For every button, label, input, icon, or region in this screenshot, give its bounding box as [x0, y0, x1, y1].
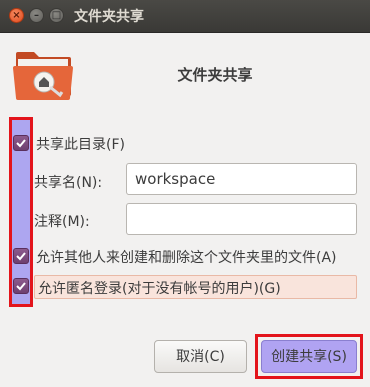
window-title: 文件夹共享: [74, 9, 144, 25]
guest-access-checkbox[interactable]: [13, 278, 29, 294]
guest-access-label[interactable]: 允许匿名登录(对于没有帐号的用户)(G): [38, 278, 281, 298]
share-folder-checkbox[interactable]: [13, 135, 29, 151]
cancel-button[interactable]: 取消(C): [154, 340, 247, 373]
title-bar: × – □ 文件夹共享: [0, 0, 370, 33]
minimize-icon[interactable]: –: [29, 8, 44, 23]
close-icon[interactable]: ×: [9, 8, 24, 23]
check-icon: [16, 252, 26, 261]
comment-input[interactable]: [126, 203, 357, 235]
allow-others-label[interactable]: 允许其他人来创建和删除这个文件夹里的文件(A): [36, 247, 337, 267]
comment-label: 注释(M):: [34, 214, 90, 230]
dialog-heading: 文件夹共享: [177, 66, 253, 84]
share-name-input[interactable]: [126, 163, 357, 195]
check-icon: [16, 282, 26, 291]
allow-others-checkbox[interactable]: [13, 248, 29, 264]
share-name-label: 共享名(N):: [34, 175, 103, 191]
create-share-button[interactable]: 创建共享(S): [261, 340, 357, 373]
check-icon: [16, 139, 26, 148]
maximize-icon[interactable]: □: [49, 8, 64, 23]
share-folder-label[interactable]: 共享此目录(F): [36, 134, 125, 154]
